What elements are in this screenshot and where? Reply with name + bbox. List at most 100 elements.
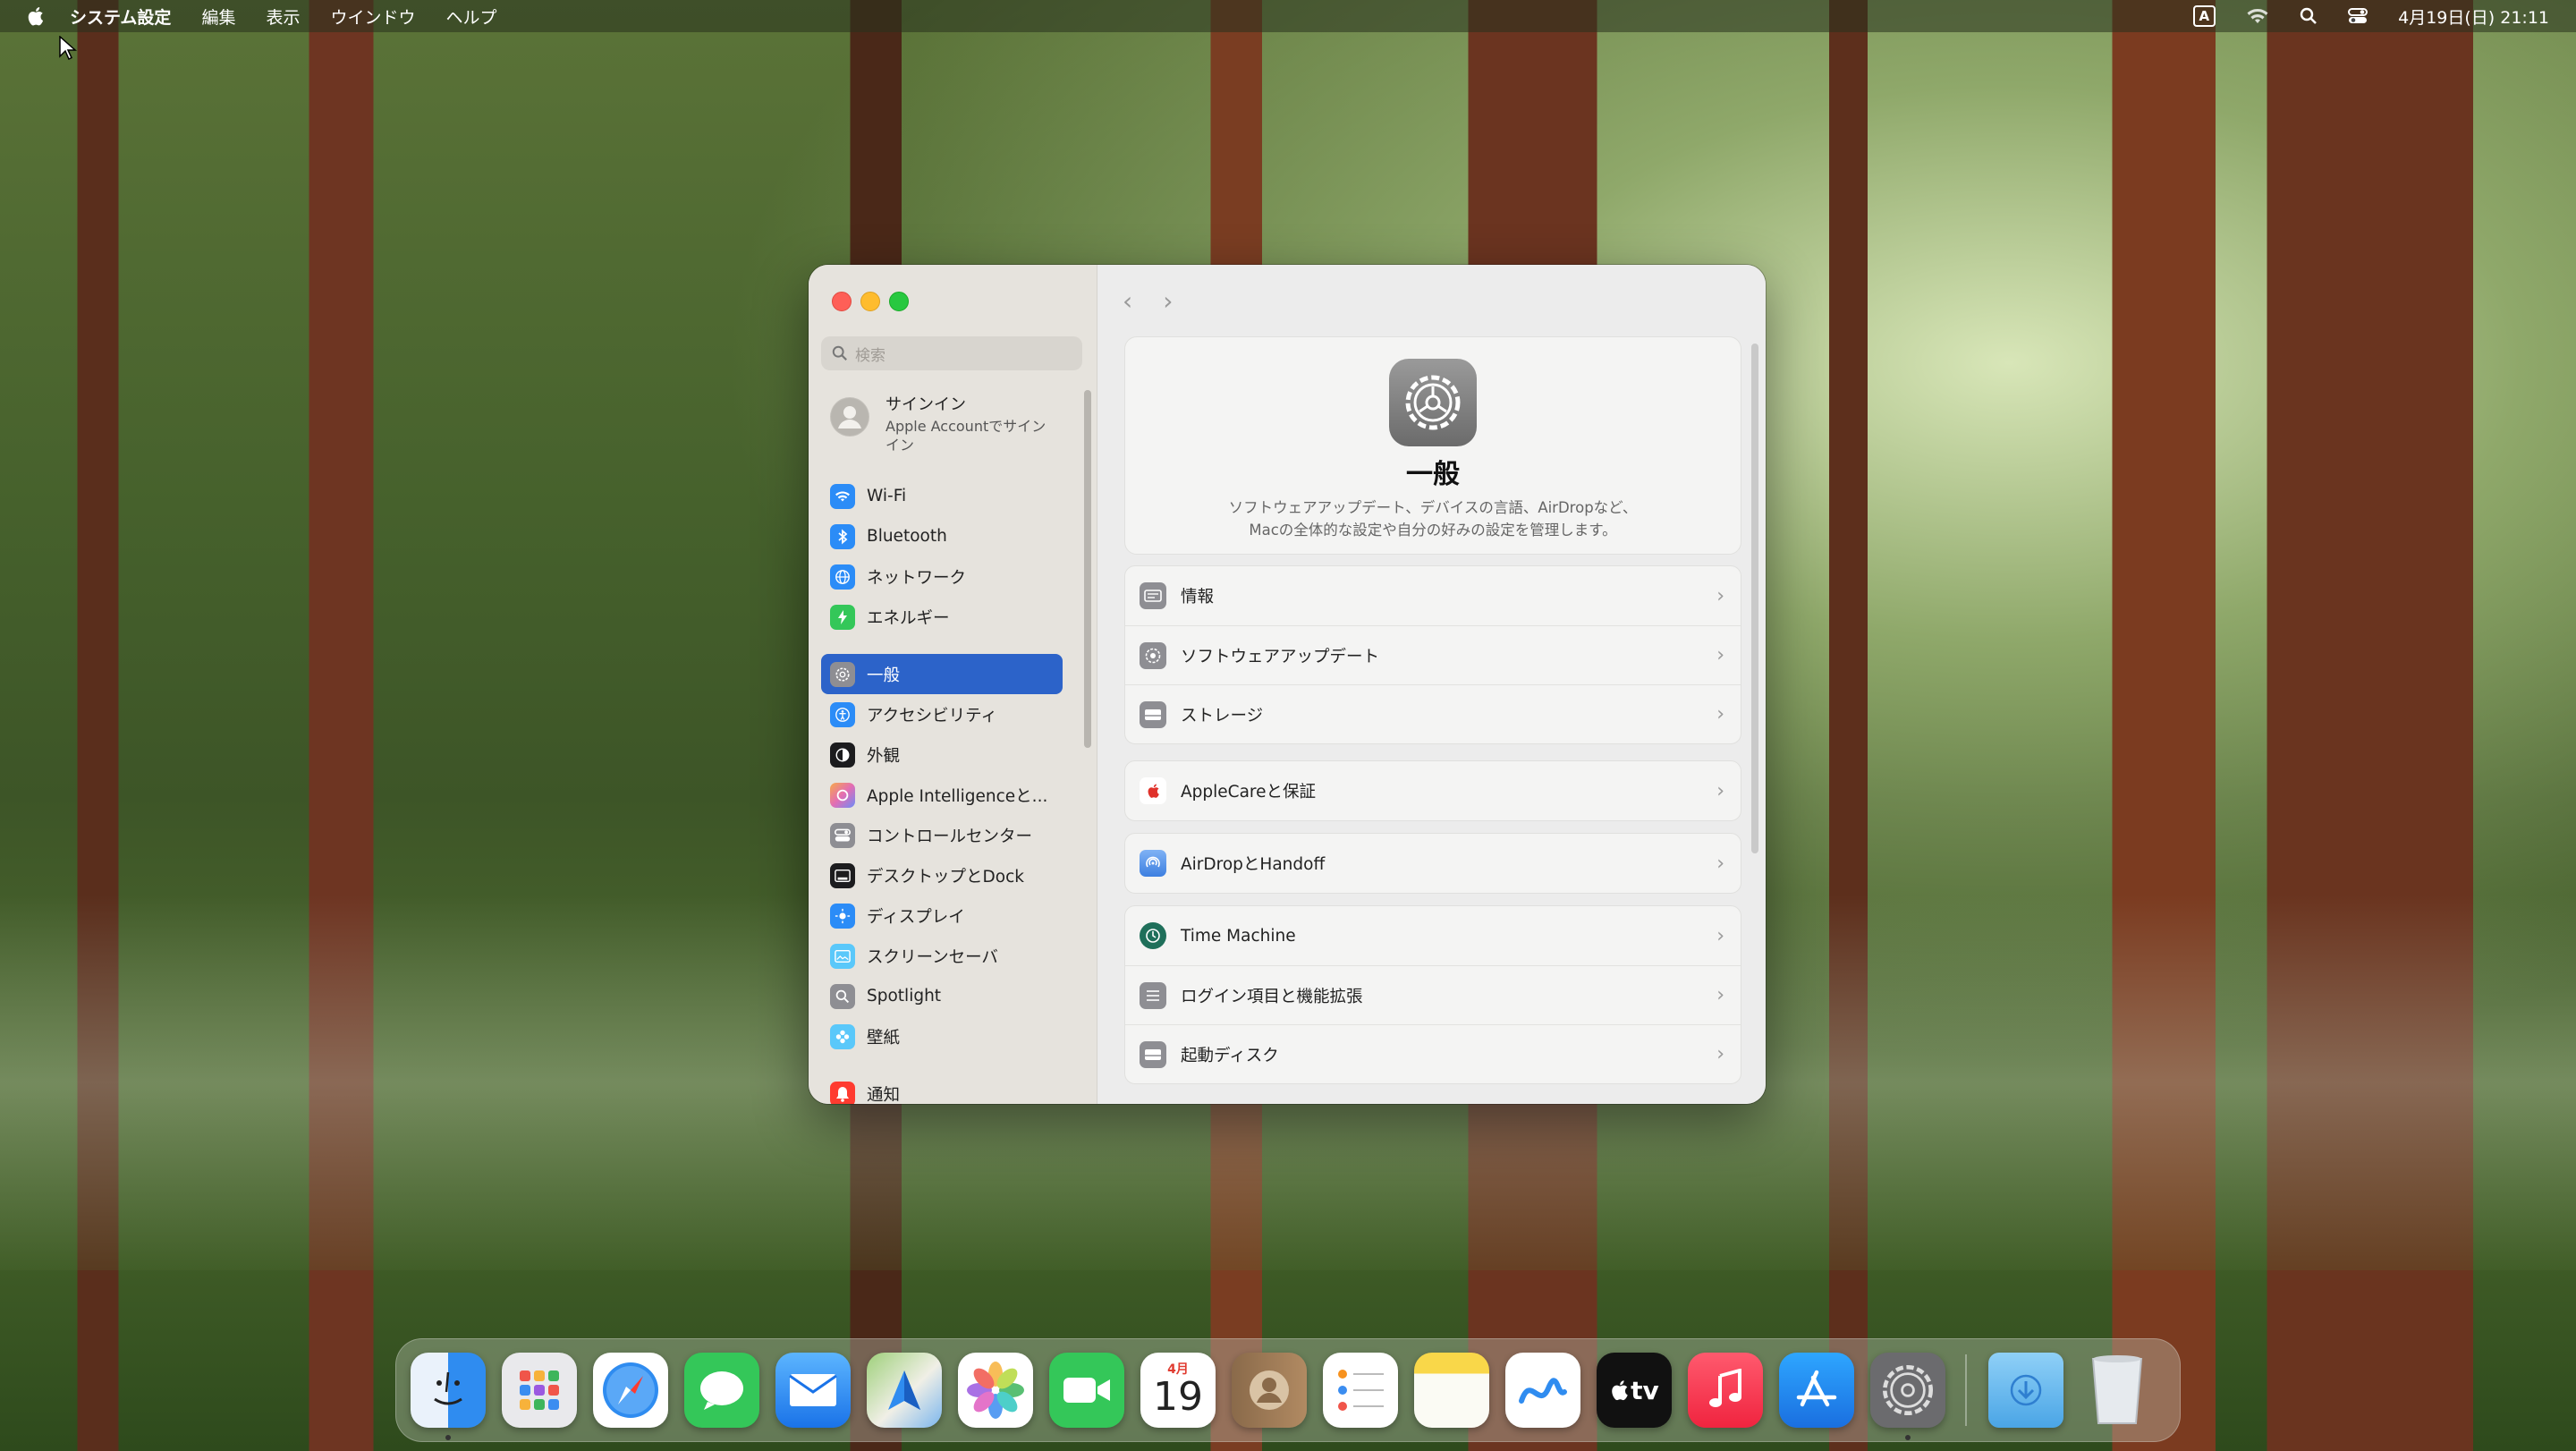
photos-icon[interactable] [958, 1353, 1033, 1428]
calendar-icon[interactable]: 4月 19 [1140, 1353, 1216, 1428]
back-chevron-icon[interactable]: ‹ [1123, 286, 1132, 316]
row-applecare[interactable]: AppleCareと保証 › [1125, 761, 1741, 820]
sidebar-item-control-center[interactable]: コントロールセンター [821, 815, 1063, 855]
launchpad-icon[interactable] [502, 1353, 577, 1428]
apple-logo-icon[interactable] [25, 5, 45, 27]
startup-disk-icon [1140, 1040, 1166, 1068]
menu-app-name[interactable]: システム設定 [70, 4, 171, 29]
apple-tv-icon[interactable]: tv [1597, 1353, 1672, 1428]
description-line-1: ソフトウェアアップデート、デバイスの言語、AirDropなど、 [1228, 499, 1638, 516]
sidebar-item-network[interactable]: ネットワーク [821, 556, 1063, 597]
menu-help[interactable]: ヘルプ [445, 4, 496, 29]
sidebar-item-label: 外観 [867, 746, 901, 766]
description-line-2: Macの全体的な設定や自分の好みの設定を管理します。 [1249, 522, 1617, 539]
chevron-right-icon: › [1716, 1043, 1724, 1065]
reminders-icon[interactable] [1323, 1353, 1398, 1428]
sun-icon [830, 903, 855, 929]
trash-icon[interactable] [2080, 1353, 2155, 1428]
forward-chevron-icon[interactable]: › [1163, 286, 1173, 316]
chevron-right-icon: › [1716, 852, 1724, 875]
gear-icon [830, 661, 855, 687]
airdrop-icon [1140, 850, 1166, 877]
row-label: 情報 [1181, 588, 1215, 607]
mail-icon[interactable] [775, 1353, 851, 1428]
settings-group-applecare: AppleCareと保証 › [1124, 760, 1741, 821]
wifi-status-icon[interactable] [2246, 7, 2269, 25]
sidebar-item-energy[interactable]: エネルギー [821, 597, 1063, 637]
sidebar-item-general[interactable]: 一般 [821, 654, 1063, 694]
app-store-icon[interactable] [1779, 1353, 1854, 1428]
signin-subtitle: Apple Accountでサインイン [886, 418, 1046, 454]
control-center-icon [830, 822, 855, 848]
finder-icon[interactable] [411, 1353, 486, 1440]
minimize-button[interactable] [860, 292, 880, 311]
wifi-icon [830, 483, 855, 509]
sidebar-item-label: デスクトップとDock [867, 867, 1024, 887]
bluetooth-icon [830, 523, 855, 549]
apple-account-signin[interactable]: サインイン Apple Accountでサインイン [830, 392, 1055, 454]
apple-intelligence-icon [830, 782, 855, 808]
downloads-folder-icon[interactable] [1988, 1353, 2063, 1428]
accessibility-icon [830, 701, 855, 727]
sidebar-item-label: Wi-Fi [867, 487, 907, 505]
person-icon [831, 398, 869, 436]
settings-group-airdrop: AirDropとHandoff › [1124, 833, 1741, 894]
spotlight-search-icon[interactable] [2300, 7, 2318, 25]
sidebar-item-bluetooth[interactable]: Bluetooth [821, 516, 1063, 556]
sidebar-item-apple-intelligence[interactable]: Apple Intelligenceと... [821, 775, 1063, 815]
freeform-icon[interactable] [1505, 1353, 1580, 1428]
row-label: Time Machine [1181, 926, 1296, 946]
safari-icon[interactable] [593, 1353, 668, 1428]
row-login-items[interactable]: ログイン項目と機能拡張 › [1125, 965, 1741, 1024]
dock-divider [1965, 1354, 1967, 1426]
row-label: ソフトウェアアップデート [1181, 647, 1380, 666]
sidebar-item-wallpaper[interactable]: 壁紙 [821, 1016, 1063, 1056]
menu-window[interactable]: ウインドウ [330, 4, 415, 29]
sidebar-search-field[interactable]: 検索 [821, 336, 1082, 370]
menubar-clock[interactable]: 4月19日(日) 21:11 [2398, 4, 2549, 29]
sidebar-item-label: 一般 [867, 666, 901, 685]
menu-view[interactable]: 表示 [266, 4, 300, 29]
facetime-icon[interactable] [1049, 1353, 1124, 1428]
sidebar-item-screensaver[interactable]: スクリーンセーバ [821, 936, 1063, 976]
row-time-machine[interactable]: Time Machine › [1125, 906, 1741, 965]
sidebar-item-notifications[interactable]: 通知 [821, 1073, 1063, 1104]
flower-icon [830, 1023, 855, 1049]
notes-icon[interactable] [1414, 1353, 1489, 1428]
row-storage[interactable]: ストレージ › [1125, 684, 1741, 743]
row-startup-disk[interactable]: 起動ディスク › [1125, 1024, 1741, 1083]
menu-edit[interactable]: 編集 [201, 4, 235, 29]
chevron-right-icon: › [1716, 703, 1724, 726]
software-update-icon [1140, 641, 1166, 669]
sidebar-item-desktop-dock[interactable]: デスクトップとDock [821, 855, 1063, 895]
settings-group-system: Time Machine › ログイン項目と機能拡張 › 起動ディスク › [1124, 905, 1741, 1084]
sidebar-item-displays[interactable]: ディスプレイ [821, 895, 1063, 936]
contacts-icon[interactable] [1232, 1353, 1307, 1428]
sidebar-item-appearance[interactable]: 外観 [821, 734, 1063, 775]
sidebar-item-spotlight[interactable]: Spotlight [821, 976, 1063, 1016]
row-about[interactable]: 情報 › [1125, 566, 1741, 625]
close-button[interactable] [832, 292, 852, 311]
chevron-right-icon: › [1716, 644, 1724, 666]
sidebar-item-wifi[interactable]: Wi-Fi [821, 476, 1063, 516]
sidebar-item-accessibility[interactable]: アクセシビリティ [821, 694, 1063, 734]
row-label: AirDropとHandoff [1181, 855, 1326, 874]
row-airdrop-handoff[interactable]: AirDropとHandoff › [1125, 834, 1741, 893]
zoom-button[interactable] [889, 292, 909, 311]
running-indicator [1905, 1435, 1911, 1440]
sidebar-scrollbar[interactable] [1084, 390, 1091, 748]
sidebar-item-label: 壁紙 [867, 1028, 901, 1048]
control-center-icon[interactable] [2348, 7, 2368, 25]
sidebar-list: Wi-Fi Bluetooth ネットワーク エネルギー 一般 アクセシビリティ… [821, 476, 1063, 1104]
content-scrollbar[interactable] [1751, 344, 1758, 853]
input-source-icon[interactable]: A [2192, 5, 2216, 27]
system-settings-icon[interactable] [1870, 1353, 1945, 1440]
music-icon[interactable] [1688, 1353, 1763, 1428]
chevron-right-icon: › [1716, 984, 1724, 1006]
search-icon [832, 345, 847, 361]
messages-icon[interactable] [684, 1353, 759, 1428]
maps-icon[interactable] [867, 1353, 942, 1428]
row-software-update[interactable]: ソフトウェアアップデート › [1125, 625, 1741, 684]
row-label: 起動ディスク [1181, 1046, 1279, 1065]
